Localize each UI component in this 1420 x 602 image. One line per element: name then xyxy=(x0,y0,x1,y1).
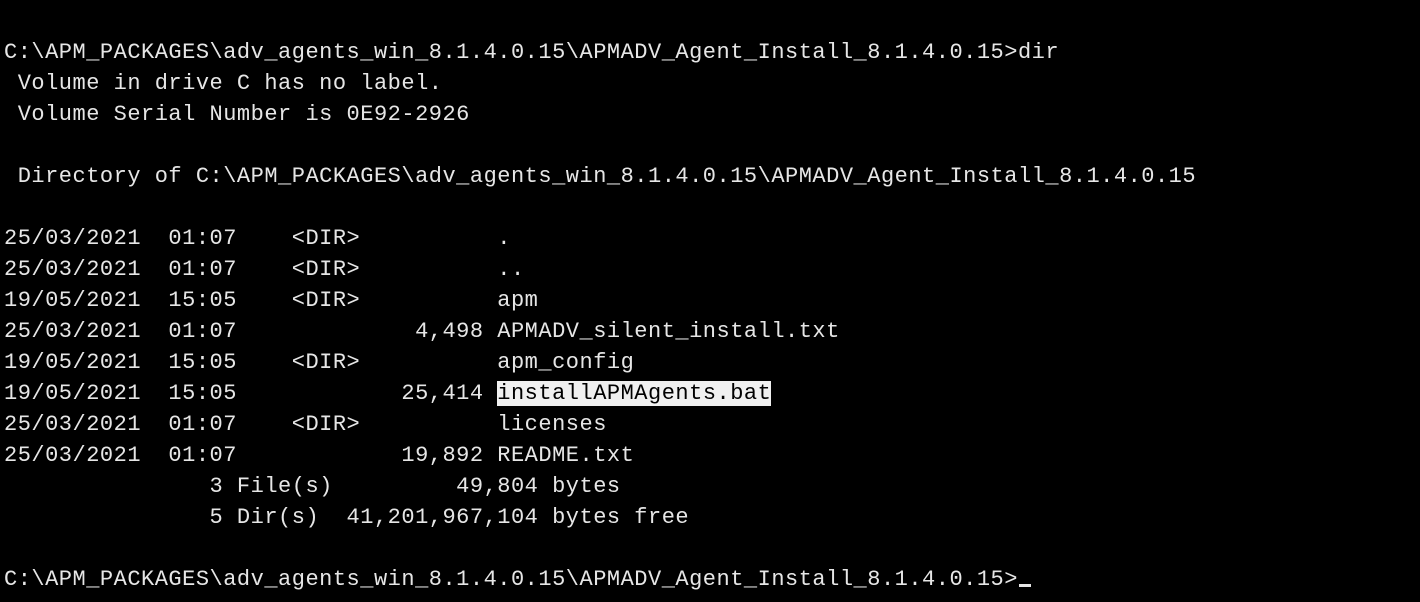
prompt-path-1: C:\APM_PACKAGES\adv_agents_win_8.1.4.0.1… xyxy=(4,40,1018,65)
summary-dirs: 5 Dir(s) 41,201,967,104 bytes free xyxy=(4,505,689,530)
directory-of-line: Directory of C:\APM_PACKAGES\adv_agents_… xyxy=(4,164,1196,189)
selected-filename[interactable]: installAPMAgents.bat xyxy=(497,381,771,406)
prompt-line-2[interactable]: C:\APM_PACKAGES\adv_agents_win_8.1.4.0.1… xyxy=(4,567,1031,592)
cursor-icon xyxy=(1019,584,1031,587)
listing-row: 25/03/2021 01:07 <DIR> .. xyxy=(4,257,525,282)
listing-row: 19/05/2021 15:05 <DIR> apm xyxy=(4,288,538,313)
prompt-path-2: C:\APM_PACKAGES\adv_agents_win_8.1.4.0.1… xyxy=(4,567,1018,592)
listing-row: 25/03/2021 01:07 19,892 README.txt xyxy=(4,443,634,468)
typed-command: dir xyxy=(1018,40,1059,65)
listing-row: 25/03/2021 01:07 <DIR> . xyxy=(4,226,511,251)
listing-row: 25/03/2021 01:07 <DIR> licenses xyxy=(4,412,607,437)
terminal-window[interactable]: C:\APM_PACKAGES\adv_agents_win_8.1.4.0.1… xyxy=(0,0,1420,601)
volume-line-1: Volume in drive C has no label. xyxy=(4,71,442,96)
prompt-line-1: C:\APM_PACKAGES\adv_agents_win_8.1.4.0.1… xyxy=(4,40,1059,65)
summary-files: 3 File(s) 49,804 bytes xyxy=(4,474,621,499)
listing-row: 19/05/2021 15:05 <DIR> apm_config xyxy=(4,350,634,375)
listing-row: 19/05/2021 15:05 25,414 installAPMAgents… xyxy=(4,381,771,406)
listing-row-prefix: 19/05/2021 15:05 25,414 xyxy=(4,381,497,406)
volume-line-2: Volume Serial Number is 0E92-2926 xyxy=(4,102,470,127)
listing-row: 25/03/2021 01:07 4,498 APMADV_silent_ins… xyxy=(4,319,840,344)
